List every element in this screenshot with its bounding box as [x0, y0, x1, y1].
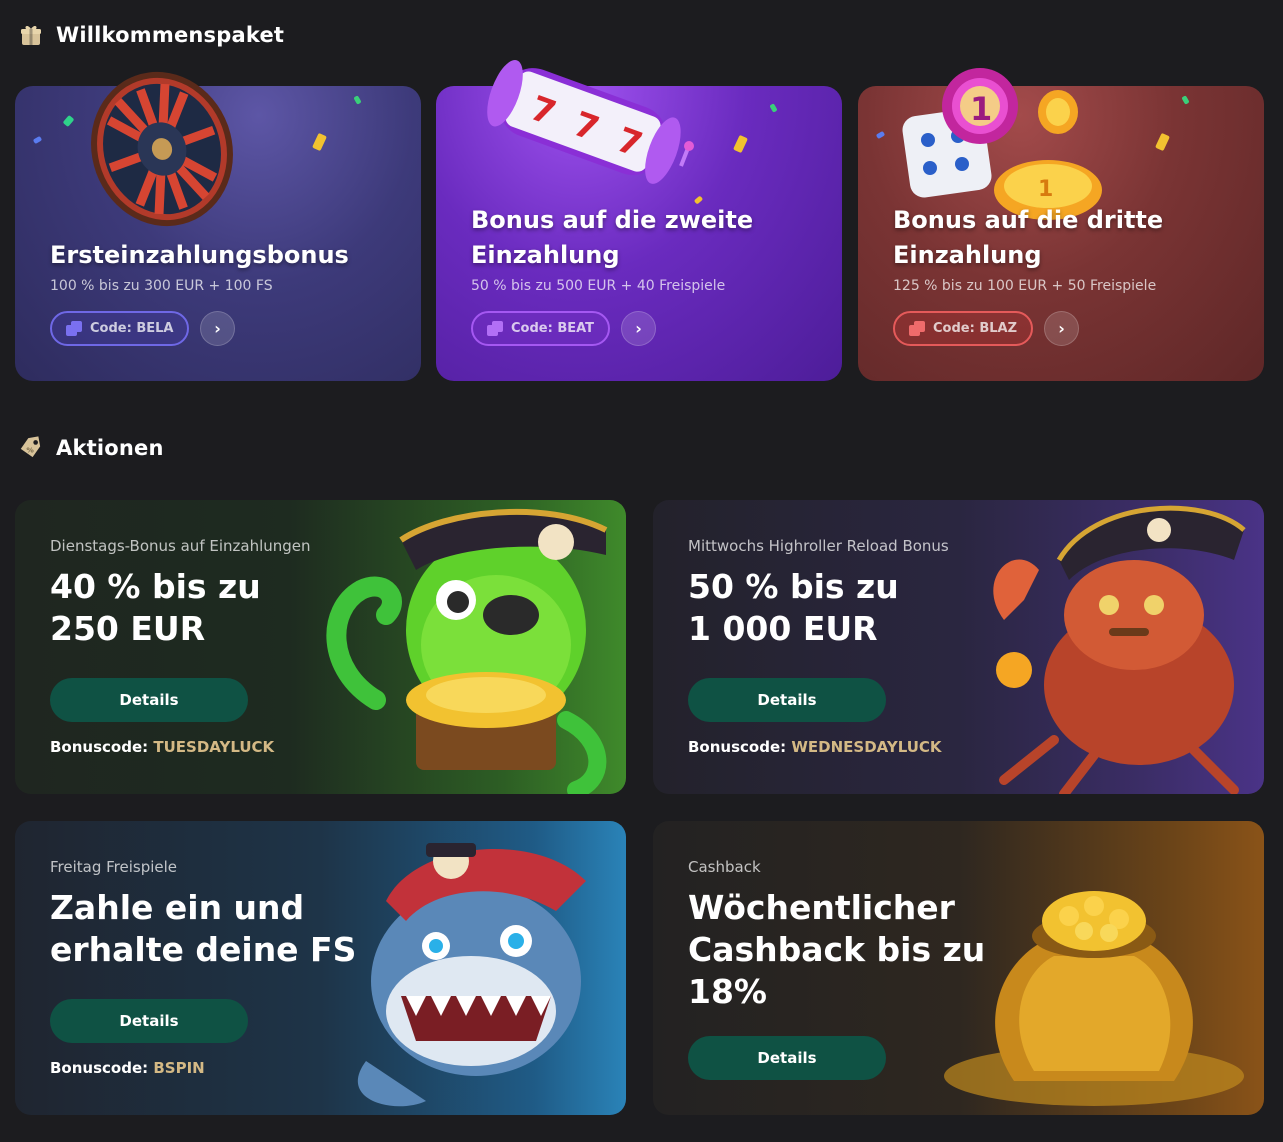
bonus-code-label: Bonuscode:	[688, 738, 787, 756]
bonus-code: Bonuscode: BSPIN	[50, 1059, 205, 1077]
promo-label: Cashback	[688, 858, 761, 876]
bonus-code: Bonuscode: WEDNESDAYLUCK	[688, 738, 942, 756]
card-title-line1: Bonus auf die dritte	[893, 206, 1164, 234]
promo-label: Dienstags-Bonus auf Einzahlungen	[50, 537, 311, 555]
copy-code-button[interactable]: Code: BEAT	[471, 311, 611, 346]
card-subtitle: 125 % bis zu 100 EUR + 50 Freispiele	[893, 278, 1157, 294]
promo-headline-line3: 18%	[688, 972, 767, 1011]
copy-icon	[909, 320, 927, 337]
details-button[interactable]: Details	[688, 1036, 886, 1080]
crab-pirate-image	[944, 500, 1264, 794]
promo-headline-line1: 50 % bis zu	[688, 567, 899, 606]
card-title-line2: Einzahlung	[471, 241, 620, 269]
bonus-code-label: Bonuscode:	[50, 738, 149, 756]
details-button[interactable]: Details	[50, 678, 248, 722]
promo-headline-line2: 1 000 EUR	[688, 609, 878, 648]
dice-and-chips-image: 1 1	[898, 50, 1108, 220]
promo-card-wednesday[interactable]: Mittwochs Highroller Reload Bonus 50 % b…	[653, 500, 1264, 794]
copy-code-button[interactable]: Code: BELA	[50, 311, 190, 346]
promo-headline-line2: erhalte deine FS	[50, 930, 357, 969]
promo-headline-line1: 40 % bis zu	[50, 567, 261, 606]
welcome-card-third-deposit[interactable]: 1 1 Bonus auf die dritte Einzahlung 125 …	[858, 68, 1264, 381]
card-arrow-button[interactable]: ›	[200, 311, 235, 346]
svg-text:1: 1	[970, 90, 992, 128]
welcome-card-second-deposit[interactable]: 7 7 7 Bonus auf die zweite Einzahlung 50…	[436, 59, 842, 381]
promo-headline-line2: 250 EUR	[50, 609, 206, 648]
gold-sack-image	[944, 821, 1264, 1115]
bonus-code-value: TUESDAYLUCK	[153, 738, 275, 756]
octopus-pirate-image	[306, 500, 626, 794]
slot-reels-image: 7 7 7	[476, 58, 696, 198]
code-label: Code: BELA	[90, 321, 174, 336]
promo-headline: 40 % bis zu 250 EUR	[50, 566, 261, 650]
copy-icon	[66, 320, 84, 337]
bonus-code: Bonuscode: TUESDAYLUCK	[50, 738, 274, 756]
code-label: Code: BEAT	[511, 321, 595, 336]
welcome-section-header: Willkommenspaket	[18, 22, 284, 48]
promo-headline: Zahle ein und erhalte deine FS	[50, 887, 356, 971]
promo-headline-line1: Wöchentlicher	[688, 888, 955, 927]
card-arrow-button[interactable]: ›	[1044, 311, 1079, 346]
svg-text:%: %	[26, 446, 34, 455]
bonus-code-value: WEDNESDAYLUCK	[791, 738, 942, 756]
chevron-right-icon: ›	[214, 319, 221, 338]
promo-headline-line2: Cashback bis zu	[688, 930, 986, 969]
card-subtitle: 100 % bis zu 300 EUR + 100 FS	[50, 278, 273, 294]
details-button[interactable]: Details	[50, 999, 248, 1043]
promo-label: Freitag Freispiele	[50, 858, 178, 876]
card-title-line1: Bonus auf die zweite	[471, 206, 754, 234]
copy-icon	[487, 320, 505, 337]
promo-headline-line1: Zahle ein und	[50, 888, 305, 927]
bonus-code-label: Bonuscode:	[50, 1059, 149, 1077]
promo-label: Mittwochs Highroller Reload Bonus	[688, 537, 949, 555]
svg-text:1: 1	[1038, 177, 1053, 202]
card-title-line2: Einzahlung	[893, 241, 1042, 269]
chevron-right-icon: ›	[635, 319, 642, 338]
card-title: Ersteinzahlungsbonus	[50, 241, 349, 269]
gift-icon	[18, 22, 44, 48]
card-arrow-button[interactable]: ›	[621, 311, 656, 346]
welcome-section-title: Willkommenspaket	[56, 23, 285, 47]
chevron-right-icon: ›	[1058, 319, 1065, 338]
details-button[interactable]: Details	[688, 678, 886, 722]
bonus-code-value: BSPIN	[153, 1059, 205, 1077]
roulette-wheel-image	[77, 64, 247, 234]
promotions-section-header: % Aktionen	[18, 435, 164, 461]
promo-card-cashback[interactable]: Cashback Wöchentlicher Cashback bis zu 1…	[653, 821, 1264, 1115]
code-label: Code: BLAZ	[933, 321, 1017, 336]
copy-code-button[interactable]: Code: BLAZ	[893, 311, 1033, 346]
card-title: Bonus auf die dritte Einzahlung	[893, 203, 1163, 273]
welcome-card-first-deposit[interactable]: Ersteinzahlungsbonus 100 % bis zu 300 EU…	[15, 71, 421, 381]
tag-icon: %	[18, 435, 44, 461]
promo-headline: Wöchentlicher Cashback bis zu 18%	[688, 887, 985, 1013]
promotions-section-title: Aktionen	[56, 436, 164, 460]
promo-headline: 50 % bis zu 1 000 EUR	[688, 566, 899, 650]
card-subtitle: 50 % bis zu 500 EUR + 40 Freispiele	[471, 278, 726, 294]
promo-card-tuesday[interactable]: Dienstags-Bonus auf Einzahlungen 40 % bi…	[15, 500, 626, 794]
promo-card-friday[interactable]: Freitag Freispiele Zahle ein und erhalte…	[15, 821, 626, 1115]
card-title: Bonus auf die zweite Einzahlung	[471, 203, 753, 273]
